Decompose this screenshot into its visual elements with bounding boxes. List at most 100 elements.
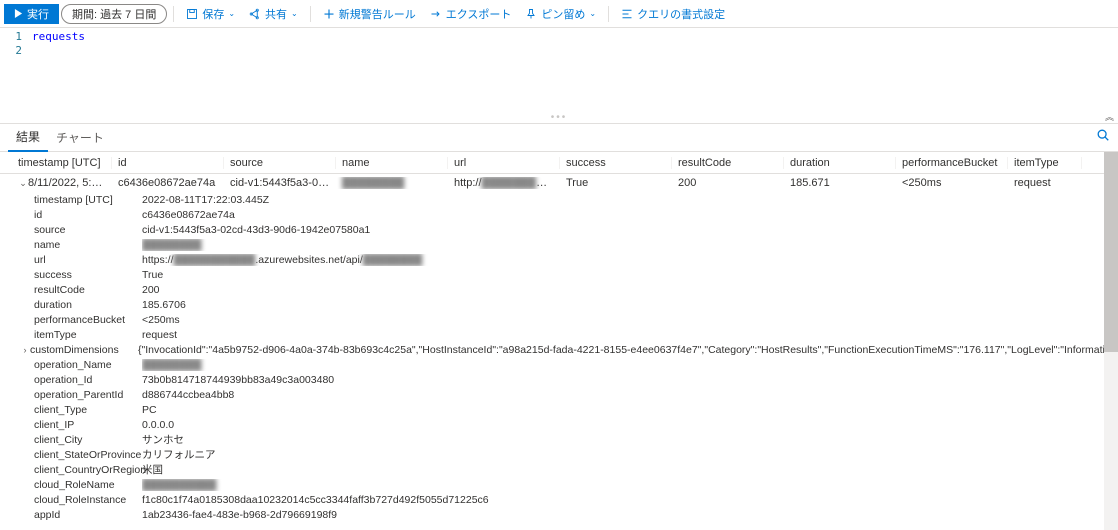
- search-icon: [1096, 128, 1110, 142]
- detail-row: client_IP0.0.0.0: [34, 417, 1118, 432]
- grid-header: timestamp [UTC] id source name url succe…: [0, 152, 1118, 174]
- detail-key: operation_ParentId: [34, 389, 142, 401]
- detail-row: idc6436e08672ae74a: [34, 207, 1118, 222]
- col-url[interactable]: url: [448, 157, 560, 169]
- detail-key: duration: [34, 299, 142, 311]
- vertical-scrollbar[interactable]: [1104, 152, 1118, 530]
- detail-row: operation_Id73b0b814718744939bb83a49c3a0…: [34, 372, 1118, 387]
- run-button[interactable]: 実行: [4, 4, 59, 24]
- detail-row: operation_Name████████: [34, 357, 1118, 372]
- detail-key: performanceBucket: [34, 314, 142, 326]
- share-button[interactable]: 共有 ⌄: [243, 2, 304, 26]
- detail-row: operation_ParentIdd886744ccbea4bb8: [34, 387, 1118, 402]
- pin-button[interactable]: ピン留め ⌄: [519, 2, 602, 26]
- tab-results[interactable]: 結果: [8, 124, 48, 152]
- expand-icon[interactable]: ›: [20, 345, 30, 355]
- col-resultcode[interactable]: resultCode: [672, 157, 784, 169]
- resize-grip[interactable]: •••: [551, 112, 568, 123]
- time-range-picker[interactable]: 期間: 過去 7 日間: [61, 4, 167, 24]
- detail-key: client_City: [34, 434, 142, 446]
- detail-key: operation_Id: [34, 374, 142, 386]
- detail-row: duration185.6706: [34, 297, 1118, 312]
- save-button[interactable]: 保存 ⌄: [180, 2, 241, 26]
- detail-value: cid-v1:5443f5a3-02cd-43d3-90d6-1942e0758…: [142, 224, 1118, 236]
- separator: [310, 6, 311, 22]
- code-area[interactable]: requests: [28, 28, 1118, 123]
- detail-row: timestamp [UTC]2022-08-11T17:22:03.445Z: [34, 192, 1118, 207]
- detail-key: cloud_RoleName: [34, 479, 142, 491]
- line-number: 1: [0, 30, 22, 44]
- col-timestamp[interactable]: timestamp [UTC]: [0, 157, 112, 169]
- detail-value: f1c80c1f74a0185308daa10232014c5cc3344faf…: [142, 494, 1118, 506]
- detail-value: c6436e08672ae74a: [142, 209, 1118, 221]
- separator: [608, 6, 609, 22]
- play-icon: [14, 9, 23, 18]
- detail-value: ████████: [142, 359, 1118, 371]
- export-icon: [430, 8, 442, 20]
- col-id[interactable]: id: [112, 157, 224, 169]
- detail-key: operation_Name: [34, 359, 142, 371]
- detail-key: client_Type: [34, 404, 142, 416]
- collapse-icon[interactable]: ︽: [1105, 110, 1114, 123]
- table-row[interactable]: ⌄8/11/2022, 5:22:03.445 PM c6436e08672ae…: [0, 174, 1118, 192]
- detail-key: id: [34, 209, 142, 221]
- detail-row: ›customDimensions{"InvocationId":"4a5b97…: [34, 342, 1118, 357]
- new-alert-button[interactable]: 新規警告ルール: [317, 2, 422, 26]
- col-success[interactable]: success: [560, 157, 672, 169]
- detail-value: PC: [142, 404, 1118, 416]
- time-range-label: 期間: 過去 7 日間: [72, 6, 156, 22]
- detail-value: d886744ccbea4bb8: [142, 389, 1118, 401]
- tab-chart-label: チャート: [56, 129, 104, 146]
- share-icon: [249, 8, 261, 20]
- detail-value: 0.0.0.0: [142, 419, 1118, 431]
- format-button[interactable]: クエリの書式設定: [615, 2, 731, 26]
- line-gutter: 1 2: [0, 28, 28, 123]
- cell-success: True: [560, 177, 672, 189]
- query-editor[interactable]: 1 2 requests ••• ︽: [0, 28, 1118, 124]
- expand-icon[interactable]: ⌄: [18, 178, 28, 189]
- col-source[interactable]: source: [224, 157, 336, 169]
- detail-value: 200: [142, 284, 1118, 296]
- scrollbar-thumb[interactable]: [1104, 152, 1118, 352]
- col-perfbucket[interactable]: performanceBucket: [896, 157, 1008, 169]
- col-itemtype[interactable]: itemType: [1008, 157, 1082, 169]
- toolbar: 実行 期間: 過去 7 日間 保存 ⌄ 共有 ⌄ 新規警告ルール エクスポート …: [0, 0, 1118, 28]
- detail-row: urlhttps://███████████.azurewebsites.net…: [34, 252, 1118, 267]
- detail-key: client_CountryOrRegion: [34, 464, 142, 476]
- detail-key: url: [34, 254, 142, 266]
- cell-timestamp: 8/11/2022, 5:22:03.445 PM: [28, 177, 112, 189]
- detail-key: success: [34, 269, 142, 281]
- cell-name: ████████: [342, 177, 404, 189]
- detail-value: サンホセ: [142, 432, 1118, 447]
- search-button[interactable]: [1096, 128, 1110, 145]
- col-name[interactable]: name: [336, 157, 448, 169]
- detail-value: 185.6706: [142, 299, 1118, 311]
- detail-row: appId1ab23436-fae4-483e-b968-2d79669198f…: [34, 507, 1118, 522]
- share-label: 共有: [265, 6, 287, 22]
- detail-value: {"InvocationId":"4a5b9752-d906-4a0a-374b…: [138, 344, 1118, 356]
- detail-row: sourcecid-v1:5443f5a3-02cd-43d3-90d6-194…: [34, 222, 1118, 237]
- results-grid: timestamp [UTC] id source name url succe…: [0, 152, 1118, 530]
- cell-perfbucket: <250ms: [896, 177, 1008, 189]
- detail-key: cloud_RoleInstance: [34, 494, 142, 506]
- detail-key: resultCode: [34, 284, 142, 296]
- detail-key: client_StateOrProvince: [34, 449, 142, 461]
- col-duration[interactable]: duration: [784, 157, 896, 169]
- chevron-down-icon: ⌄: [589, 9, 596, 18]
- detail-row: cloud_RoleName██████████: [34, 477, 1118, 492]
- export-button[interactable]: エクスポート: [424, 2, 518, 26]
- detail-key: customDimensions: [30, 344, 138, 356]
- save-icon: [186, 8, 198, 20]
- chevron-down-icon: ⌄: [228, 9, 235, 18]
- run-label: 実行: [27, 6, 49, 22]
- detail-key: source: [34, 224, 142, 236]
- tab-chart[interactable]: チャート: [48, 124, 112, 152]
- detail-row: performanceBucket<250ms: [34, 312, 1118, 327]
- detail-key: timestamp [UTC]: [34, 194, 142, 206]
- cell-id: c6436e08672ae74a: [112, 177, 224, 189]
- cell-source: cid-v1:5443f5a3-02cd-43d3-9...: [224, 177, 336, 189]
- tab-results-label: 結果: [16, 128, 40, 145]
- detail-key: name: [34, 239, 142, 251]
- detail-value: request: [142, 329, 1118, 341]
- detail-row: client_Cityサンホセ: [34, 432, 1118, 447]
